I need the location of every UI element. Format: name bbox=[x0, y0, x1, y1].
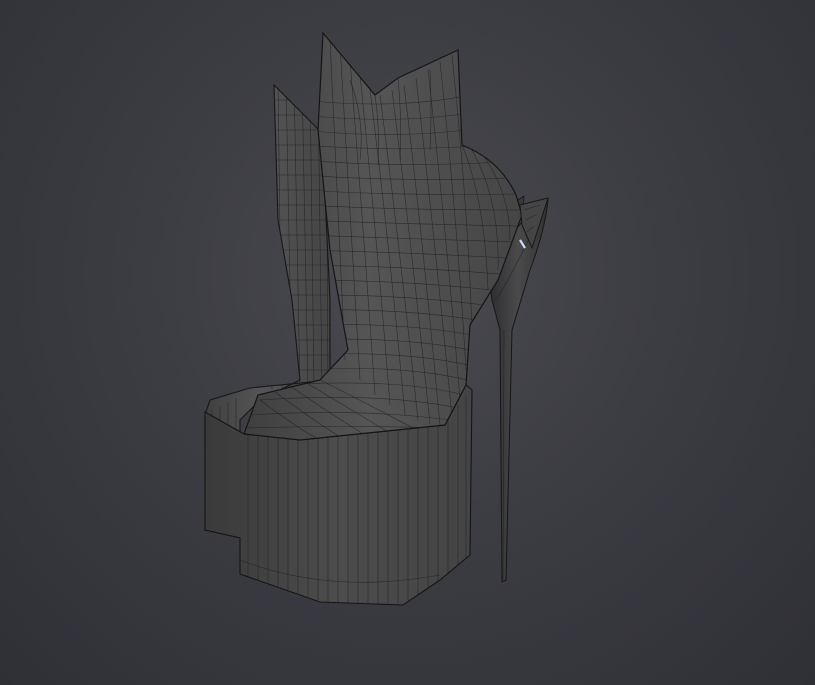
3d-viewport[interactable] bbox=[0, 0, 815, 685]
shoe-mesh-render bbox=[204, 31, 549, 606]
